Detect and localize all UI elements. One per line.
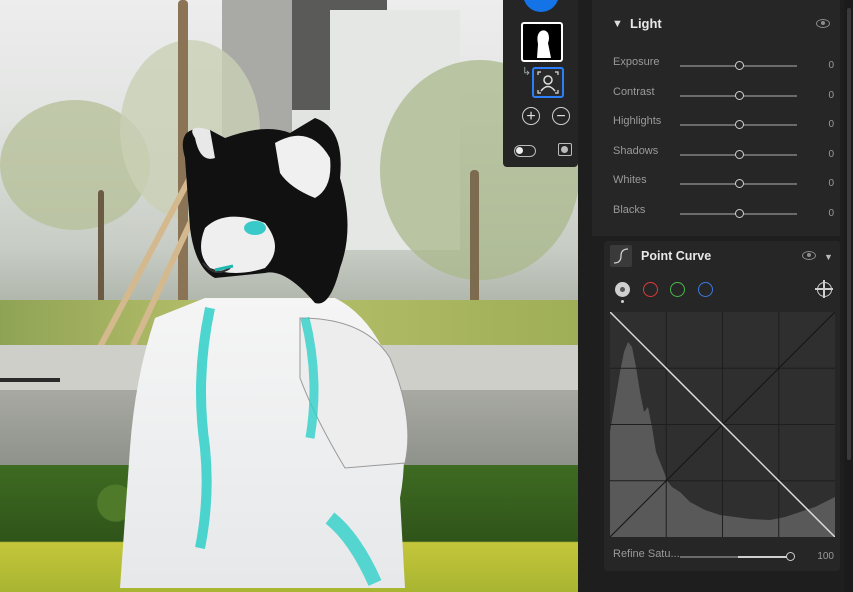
curve-graph[interactable] <box>610 312 835 537</box>
slider-value[interactable]: 0 <box>814 119 834 130</box>
select-subject-icon <box>537 71 559 94</box>
refine-saturation-label: Refine Satu... <box>613 548 680 560</box>
scrollbar-thumb[interactable] <box>847 8 851 460</box>
slider-knob[interactable] <box>734 90 744 100</box>
slider-value[interactable]: 0 <box>814 178 834 189</box>
slider-knob[interactable] <box>734 208 744 218</box>
channel-blue-button[interactable] <box>698 282 713 297</box>
curve-icon <box>610 245 632 267</box>
slider-label: Exposure <box>613 56 660 68</box>
slider-label: Blacks <box>613 203 646 216</box>
slider-label: Contrast <box>613 85 655 98</box>
sub-mask-link-icon: ↳ <box>522 66 532 78</box>
light-section-title[interactable]: Light <box>630 16 662 31</box>
slider-knob[interactable] <box>734 179 744 188</box>
refine-saturation-fill <box>738 556 788 558</box>
mask-thumbnail[interactable] <box>521 22 563 62</box>
channel-red-button[interactable] <box>643 282 658 297</box>
slider-knob[interactable] <box>734 120 744 129</box>
slider-value[interactable]: 0 <box>814 208 834 219</box>
photo-canvas[interactable] <box>0 0 578 592</box>
toggle-switch-icon[interactable] <box>514 145 536 157</box>
target-adjustment-icon[interactable] <box>815 280 833 298</box>
bench <box>0 378 60 442</box>
slider-label: Highlights <box>613 115 662 127</box>
slider-knob[interactable] <box>734 61 744 70</box>
slider-label: Shadows <box>613 144 659 157</box>
chevron-down-icon[interactable]: ▼ <box>612 18 623 30</box>
eye-icon[interactable] <box>816 19 830 28</box>
point-curve-title[interactable]: Point Curve <box>641 249 711 263</box>
refine-saturation-value[interactable]: 100 <box>809 551 834 562</box>
eye-icon[interactable] <box>802 251 816 260</box>
channel-green-button[interactable] <box>670 282 685 297</box>
slider-value[interactable]: 0 <box>814 90 834 101</box>
subject-figure <box>120 118 409 588</box>
plus-circle-icon[interactable]: + <box>522 107 540 125</box>
minus-circle-icon[interactable]: − <box>552 107 570 125</box>
chevron-down-icon[interactable]: ▼ <box>824 252 833 262</box>
tree-trunk <box>98 190 104 310</box>
subject-silhouette-icon <box>537 30 551 58</box>
channel-rgb-button[interactable] <box>615 282 630 297</box>
refine-saturation-knob[interactable] <box>786 552 795 561</box>
slider-label: Whites <box>613 174 647 186</box>
slider-value[interactable]: 0 <box>814 149 834 160</box>
overlay-square-icon[interactable] <box>558 143 572 156</box>
slider-knob[interactable] <box>734 149 744 159</box>
slider-value[interactable]: 0 <box>814 60 834 71</box>
mask-component-thumbnail[interactable] <box>532 67 564 98</box>
selected-indicator <box>621 300 624 303</box>
